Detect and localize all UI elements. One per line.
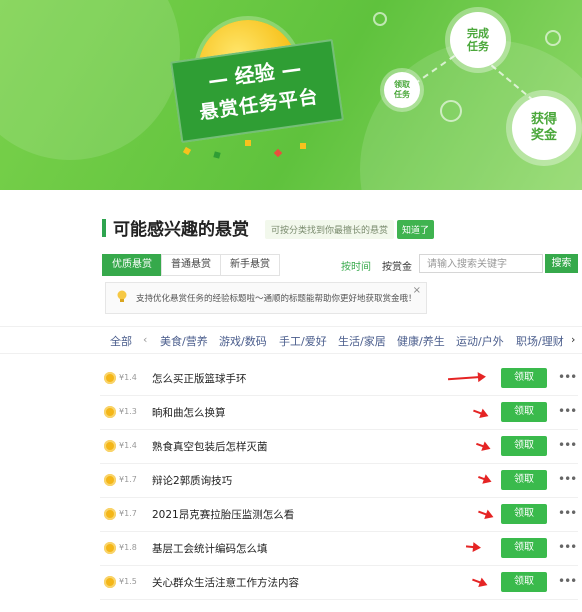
arrow-annotation	[447, 375, 485, 381]
step-get-reward: 获得 奖金	[512, 96, 576, 160]
task-title[interactable]: 基层工会统计编码怎么填	[152, 541, 268, 556]
task-title[interactable]: 晌和曲怎么换算	[152, 405, 226, 420]
banner: — 经验 — 悬赏任务平台 完成 任务 领取 任务 获得 奖金	[0, 0, 582, 190]
arrow-annotation	[472, 578, 486, 586]
coin-icon	[104, 508, 116, 520]
more-dots-icon[interactable]: •••	[558, 370, 577, 384]
claim-button[interactable]: 领取	[501, 504, 547, 524]
step-line: 领取	[394, 80, 410, 90]
category-item[interactable]: 生活/家居	[338, 333, 386, 349]
task-row: ¥1.3 晌和曲怎么换算 领取 •••	[100, 395, 578, 430]
confetti	[273, 148, 283, 158]
task-title[interactable]: 怎么买正版篮球手环	[152, 371, 247, 386]
arrow-annotation	[478, 476, 490, 482]
confetti	[182, 146, 192, 156]
more-dots-icon[interactable]: •••	[558, 506, 577, 520]
got-it-button[interactable]: 知道了	[397, 220, 435, 239]
category-item[interactable]: 美食/营养	[160, 333, 208, 349]
task-reward: ¥1.8	[119, 543, 137, 552]
section-title: 可能感兴趣的悬赏	[113, 220, 249, 240]
claim-button[interactable]: 领取	[501, 402, 547, 422]
task-reward: ¥1.7	[119, 509, 137, 518]
step-complete-task: 完成 任务	[450, 12, 506, 68]
category-item[interactable]: 游戏/数码	[219, 333, 267, 349]
step-line: 奖金	[530, 128, 557, 143]
category-item[interactable]: 职场/理财	[516, 333, 564, 349]
coin-icon	[104, 542, 116, 554]
reward-tabs: 优质悬赏 普通悬赏 新手悬赏	[102, 254, 280, 276]
task-row: ¥1.7 辩论2郭质询技巧 领取 •••	[100, 463, 578, 498]
task-reward: ¥1.7	[119, 475, 137, 484]
task-row: ¥1.7 2021昂克赛拉胎压监测怎么看 领取 •••	[100, 497, 578, 532]
lightbulb-icon	[117, 290, 127, 302]
claim-button[interactable]: 领取	[501, 538, 547, 558]
confetti	[245, 140, 251, 146]
tab-quality[interactable]: 优质悬赏	[102, 254, 162, 276]
tab-newbie[interactable]: 新手悬赏	[220, 254, 280, 276]
decor-ring	[373, 12, 387, 26]
sort-by-time[interactable]: 按时间	[341, 258, 371, 273]
coin-icon	[104, 474, 116, 486]
section-accent-bar	[102, 219, 106, 237]
task-reward: ¥1.5	[119, 577, 137, 586]
more-dots-icon[interactable]: •••	[558, 404, 577, 418]
close-icon[interactable]: ×	[413, 285, 421, 296]
step-line: 任务	[467, 40, 489, 53]
arrow-annotation	[473, 409, 487, 417]
more-dots-icon[interactable]: •••	[558, 574, 577, 588]
task-reward: ¥1.4	[119, 373, 137, 382]
coin-icon	[104, 576, 116, 588]
task-title[interactable]: 2021昂克赛拉胎压监测怎么看	[152, 507, 294, 522]
step-line: 完成	[467, 26, 489, 40]
task-row: ¥1.4 怎么买正版篮球手环 领取 •••	[100, 361, 578, 396]
coin-icon	[104, 372, 116, 384]
claim-button[interactable]: 领取	[501, 572, 547, 592]
category-item[interactable]: 手工/爱好	[279, 333, 327, 349]
claim-button[interactable]: 领取	[501, 368, 547, 388]
chevron-left-icon[interactable]: ‹	[143, 333, 147, 346]
coin-icon	[104, 406, 116, 418]
step-line: 任务	[394, 90, 410, 99]
arrow-annotation	[465, 545, 480, 549]
task-row: ¥1.5 关心群众生活注意工作方法内容 领取 •••	[100, 565, 578, 600]
decor-ring	[440, 100, 462, 122]
coin-icon	[104, 440, 116, 452]
section-hint: 可按分类找到你最擅长的悬赏	[265, 220, 395, 239]
banner-glow	[0, 0, 180, 160]
confetti	[213, 151, 221, 159]
step-claim-task: 领取 任务	[384, 72, 420, 108]
arrow-annotation	[478, 510, 492, 518]
search-input[interactable]: 请输入搜索关键字	[419, 254, 543, 273]
category-bar: 全部 ‹ 美食/营养 游戏/数码 手工/爱好 生活/家居 健康/养生 运动/户外…	[0, 326, 582, 354]
notice-banner: 支持优化悬赏任务的经验标题啦～通顺的标题能帮助你更好地获取赏金哦！ ×	[105, 282, 427, 314]
confetti	[300, 143, 306, 149]
more-dots-icon[interactable]: •••	[558, 438, 577, 452]
notice-text: 支持优化悬赏任务的经验标题啦～通顺的标题能帮助你更好地获取赏金哦！	[136, 294, 417, 304]
claim-button[interactable]: 领取	[501, 436, 547, 456]
task-title[interactable]: 辩论2郭质询技巧	[152, 473, 232, 488]
arrow-annotation	[476, 442, 489, 450]
task-title[interactable]: 关心群众生活注意工作方法内容	[152, 575, 299, 590]
tab-normal[interactable]: 普通悬赏	[161, 254, 221, 276]
category-item[interactable]: 健康/养生	[397, 333, 445, 349]
decor-ring	[545, 30, 561, 46]
more-dots-icon[interactable]: •••	[558, 472, 577, 486]
task-title[interactable]: 熟食真空包装后怎样灭菌	[152, 439, 268, 454]
sort-by-reward[interactable]: 按赏金	[382, 258, 412, 273]
step-line: 获得	[530, 112, 557, 128]
more-dots-icon[interactable]: •••	[558, 540, 577, 554]
task-reward: ¥1.4	[119, 441, 137, 450]
task-row: ¥1.8 基层工会统计编码怎么填 领取 •••	[100, 531, 578, 566]
chevron-right-icon[interactable]: ›	[571, 333, 575, 346]
claim-button[interactable]: 领取	[501, 470, 547, 490]
title-ribbon: — 经验 — 悬赏任务平台	[170, 38, 344, 144]
category-all[interactable]: 全部	[110, 333, 132, 349]
task-row: ¥1.4 熟食真空包装后怎样灭菌 领取 •••	[100, 429, 578, 464]
category-item[interactable]: 运动/户外	[456, 333, 504, 349]
task-reward: ¥1.3	[119, 407, 137, 416]
search-button[interactable]: 搜索	[545, 254, 578, 273]
